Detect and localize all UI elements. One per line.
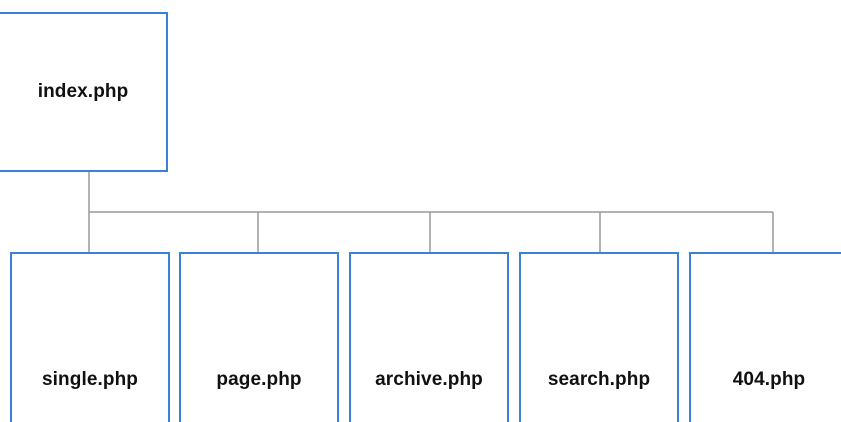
child-node-label: archive.php [375, 369, 483, 390]
child-node-archive: archive.php [349, 252, 509, 422]
child-node-single: single.php [10, 252, 170, 422]
child-node-search: search.php [519, 252, 679, 422]
child-node-label: page.php [216, 369, 302, 390]
child-node-page: page.php [179, 252, 339, 422]
root-node: index.php [0, 12, 168, 172]
child-node-label: search.php [547, 369, 651, 390]
root-node-label: index.php [37, 81, 129, 102]
template-hierarchy-diagram: index.php single.php page.php archive.ph… [0, 0, 841, 422]
child-node-label: single.php [42, 369, 138, 390]
child-node-404: 404.php [689, 252, 841, 422]
child-node-label: 404.php [732, 369, 806, 390]
